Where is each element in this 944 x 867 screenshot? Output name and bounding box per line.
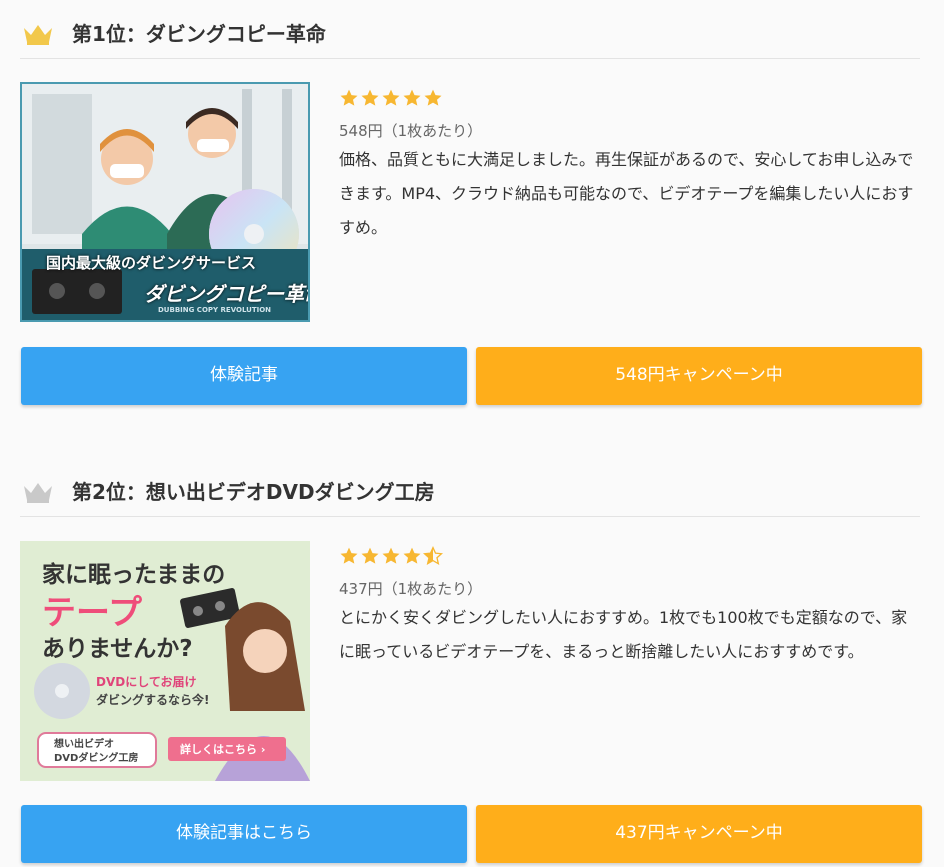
star-full-icon — [340, 547, 358, 564]
banner-tape-word: テープ — [42, 593, 142, 633]
dubbing-copy-banner-image[interactable]: 国内最大級のダビングサービス ダビングコピー革命 DUBBING COPY RE… — [20, 82, 310, 322]
experience-article-button[interactable]: 体験記事 — [21, 347, 467, 405]
price-label: 548円（1枚あたり） — [339, 122, 483, 140]
banner-question: ありませんか? — [42, 636, 193, 662]
banner-brand: ダビングコピー革命 — [144, 282, 310, 306]
banner-headline: 家に眠ったままの — [42, 562, 226, 588]
rank-1-info: 548円（1枚あたり） 価格、品質ともに大満足しました。再生保証があるので、安心… — [339, 88, 921, 245]
rank-2-title: 第2位：想い出ビデオDVDダビング工房 — [72, 480, 435, 504]
campaign-button[interactable]: 548円キャンペーン中 — [476, 347, 922, 405]
description-text: とにかく安くダビングしたい人におすすめ。1枚でも100枚でも定額なので、家に眠っ… — [339, 608, 908, 661]
star-full-icon — [382, 547, 400, 564]
star-full-icon — [340, 89, 358, 106]
star-full-icon — [424, 89, 442, 106]
rating-stars — [339, 88, 921, 114]
campaign-button[interactable]: 437円キャンペーン中 — [476, 805, 922, 863]
rank-1-header: 第1位：ダビングコピー革命 — [20, 18, 920, 59]
experience-article-button[interactable]: 体験記事はこちら — [21, 805, 467, 863]
star-full-icon — [361, 89, 379, 106]
star-full-icon — [361, 547, 379, 564]
price-label: 437円（1枚あたり） — [339, 580, 483, 598]
description-text: 価格、品質ともに大満足しました。再生保証があるので、安心してお申し込みできます。… — [339, 150, 914, 237]
banner-dvd-delivery: DVDにしてお届け — [96, 675, 197, 689]
star-half-icon — [423, 546, 443, 566]
silver-crown-icon — [24, 483, 52, 503]
rank-2-info: 437円（1枚あたり） とにかく安くダビングしたい人におすすめ。1枚でも100枚… — [339, 546, 921, 669]
memories-dvd-banner-image[interactable]: 家に眠ったままの テープ ありませんか? DVDにしてお届け ダビングするなら今… — [20, 541, 310, 781]
banner-logo-line2: DVDダビング工房 — [54, 753, 139, 764]
banner-dubbing-now: ダビングするなら今! — [96, 693, 210, 707]
banner-details-button: 詳しくはこちら › — [180, 743, 266, 756]
rating-stars — [339, 546, 921, 572]
star-full-icon — [403, 547, 421, 564]
gold-crown-icon — [24, 25, 52, 45]
banner-logo-line1: 想い出ビデオ — [54, 739, 114, 750]
star-full-icon — [382, 89, 400, 106]
banner-tagline: 国内最大級のダビングサービス — [46, 254, 257, 272]
banner-brand-en: DUBBING COPY REVOLUTION — [158, 306, 272, 314]
star-full-icon — [403, 89, 421, 106]
rank-2-header: 第2位：想い出ビデオDVDダビング工房 — [20, 476, 920, 517]
rank-1-title: 第1位：ダビングコピー革命 — [72, 22, 326, 46]
